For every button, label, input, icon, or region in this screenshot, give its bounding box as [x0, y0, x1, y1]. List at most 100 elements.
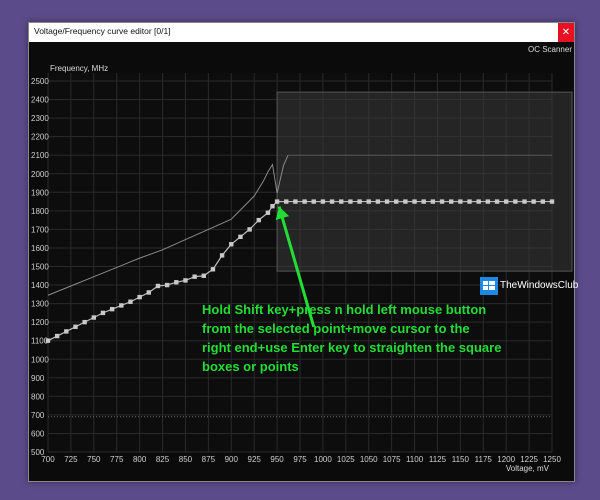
y-tick-label: 700	[31, 411, 45, 420]
curve-point[interactable]	[403, 199, 408, 204]
curve-point[interactable]	[137, 294, 142, 300]
y-tick-label: 1300	[31, 300, 49, 309]
curve-point[interactable]	[430, 199, 436, 204]
curve-point[interactable]	[467, 199, 472, 204]
x-tick-label: 1000	[314, 455, 332, 464]
curve-point[interactable]	[54, 333, 60, 339]
y-tick-label: 600	[31, 429, 45, 438]
curve-point[interactable]	[219, 253, 225, 258]
y-tick-label: 2200	[31, 133, 49, 142]
curve-point[interactable]	[503, 199, 509, 204]
curve-point[interactable]	[366, 199, 371, 204]
curve-point[interactable]	[449, 199, 454, 204]
y-tick-label: 1000	[31, 355, 49, 364]
x-tick-label: 1125	[429, 455, 447, 464]
curve-point[interactable]	[320, 199, 326, 204]
curve-point[interactable]	[91, 315, 97, 320]
curve-point[interactable]	[458, 199, 463, 204]
curve-point[interactable]	[119, 303, 124, 308]
x-tick-label: 950	[270, 455, 284, 464]
y-tick-label: 2500	[31, 77, 49, 86]
curve-point[interactable]	[146, 290, 151, 295]
x-tick-label: 975	[293, 455, 307, 464]
curve-point[interactable]	[100, 310, 106, 316]
curve-point[interactable]	[302, 199, 307, 204]
curve-point[interactable]	[439, 199, 445, 204]
curve-point[interactable]	[73, 324, 78, 329]
x-tick-label: 725	[64, 455, 78, 464]
curve-point[interactable]	[348, 199, 353, 204]
curve-point[interactable]	[164, 282, 170, 288]
curve-point[interactable]	[210, 267, 216, 272]
y-tick-label: 1900	[31, 188, 49, 197]
curve-point[interactable]	[128, 299, 133, 304]
x-axis-label: Voltage, mV	[506, 464, 550, 473]
curve-point[interactable]	[155, 283, 161, 289]
x-tick-label: 1050	[360, 455, 378, 464]
y-tick-label: 1600	[31, 244, 49, 253]
x-tick-label: 1100	[406, 455, 424, 464]
curve-point[interactable]	[293, 199, 298, 204]
y-tick-label: 2400	[31, 96, 49, 105]
x-tick-label: 1150	[452, 455, 470, 464]
x-tick-label: 1075	[383, 455, 401, 464]
curve-point[interactable]	[64, 329, 69, 334]
curve-point[interactable]	[265, 210, 271, 215]
y-tick-label: 500	[31, 448, 45, 457]
x-tick-label: 1225	[520, 455, 538, 464]
y-tick-label: 1800	[31, 207, 49, 216]
instruction-annotation: Hold Shift key+press n hold left mouse b…	[202, 300, 542, 376]
curve-point[interactable]	[256, 217, 261, 223]
y-tick-label: 1400	[31, 281, 49, 290]
curve-point[interactable]	[45, 338, 51, 343]
curve-point[interactable]	[549, 199, 555, 204]
curve-point[interactable]	[238, 234, 243, 240]
x-tick-label: 1175	[475, 455, 493, 464]
curve-point[interactable]	[412, 199, 417, 204]
y-tick-label: 1700	[31, 225, 49, 234]
curve-point[interactable]	[531, 199, 536, 204]
curve-point[interactable]	[247, 227, 252, 232]
y-tick-label: 1200	[31, 318, 49, 327]
curve-point[interactable]	[485, 199, 491, 204]
curve-point[interactable]	[192, 274, 197, 279]
watermark: TheWindowsClub	[480, 275, 590, 299]
x-tick-label: 825	[156, 455, 170, 464]
x-tick-label: 875	[202, 455, 216, 464]
curve-point[interactable]	[270, 204, 275, 209]
curve-point[interactable]	[513, 199, 518, 204]
curve-point[interactable]	[183, 278, 188, 283]
x-tick-label: 1250	[543, 455, 561, 464]
x-tick-label: 900	[225, 455, 239, 464]
x-tick-label: 1025	[337, 455, 355, 464]
curve-point[interactable]	[421, 199, 426, 204]
annotation-line: from the selected point+move cursor to t…	[202, 321, 470, 336]
curve-point[interactable]	[284, 199, 289, 204]
x-tick-label: 775	[110, 455, 124, 464]
curve-point[interactable]	[82, 319, 87, 325]
x-tick-label: 1200	[497, 455, 515, 464]
curve-point[interactable]	[274, 199, 280, 204]
curve-point[interactable]	[540, 199, 546, 204]
x-tick-label: 850	[179, 455, 193, 464]
watermark-text: TheWindowsClub	[500, 280, 579, 291]
curve-point[interactable]	[375, 199, 381, 204]
curve-point[interactable]	[201, 273, 206, 278]
curve-point[interactable]	[384, 199, 390, 204]
x-tick-label: 800	[133, 455, 147, 464]
curve-point[interactable]	[229, 242, 234, 247]
vf-curve-chart[interactable]: 700 725 750 775 800 825 850 875 900 925 950 975 1000…	[0, 0, 600, 500]
curve-point[interactable]	[522, 199, 527, 204]
curve-point[interactable]	[339, 199, 344, 204]
curve-point[interactable]	[494, 199, 500, 204]
curve-point[interactable]	[109, 306, 115, 312]
curve-point[interactable]	[174, 280, 179, 285]
windows-club-logo-icon	[480, 277, 498, 295]
curve-point[interactable]	[329, 199, 335, 204]
curve-point[interactable]	[357, 199, 362, 204]
curve-point[interactable]	[311, 199, 316, 204]
annotation-line: boxes or points	[202, 359, 299, 374]
selection-region[interactable]	[276, 91, 573, 272]
curve-point[interactable]	[394, 199, 399, 204]
curve-point[interactable]	[476, 199, 481, 204]
